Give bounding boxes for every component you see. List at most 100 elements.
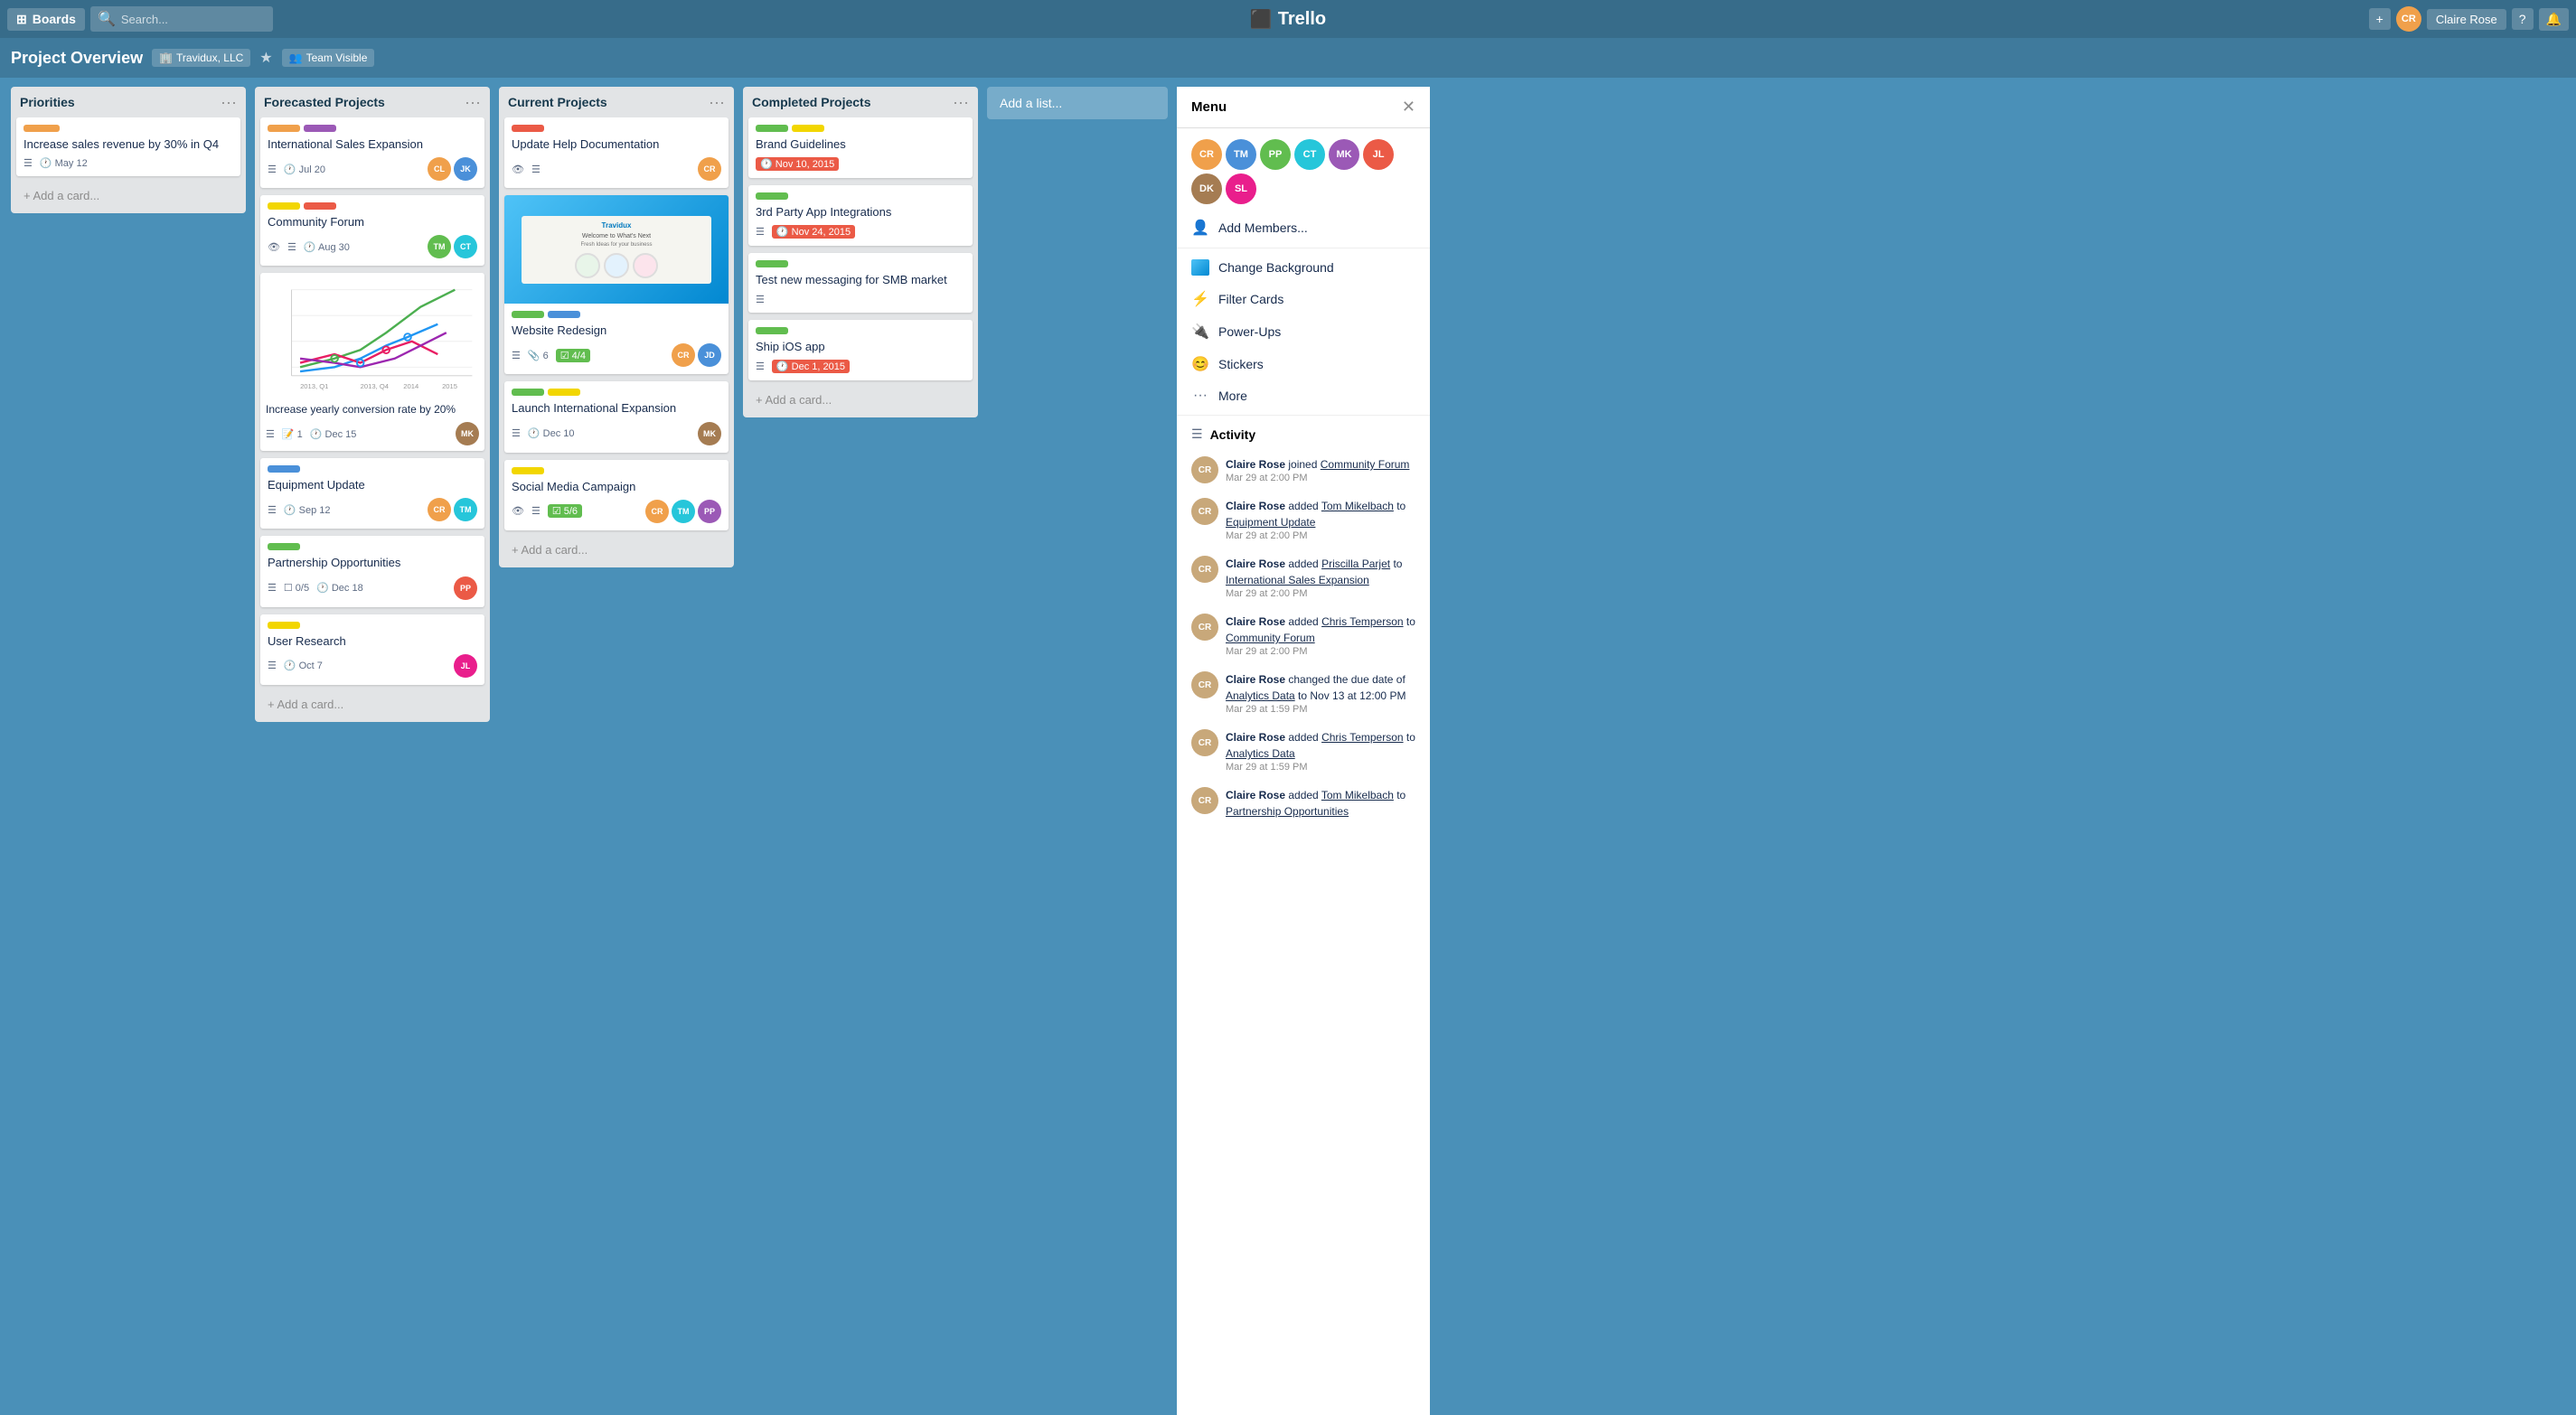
card-user-research[interactable]: User Research ☰ 🕐 Oct 7 JL <box>260 614 484 685</box>
change-bg-label: Change Background <box>1218 260 1334 275</box>
power-ups-action[interactable]: 🔌 Power-Ups <box>1177 315 1430 348</box>
board-org[interactable]: 🏢 Travidux, LLC <box>152 49 250 67</box>
member-avatar[interactable]: CT <box>1294 139 1325 170</box>
card-eye-icon: 👁 <box>268 241 280 253</box>
card-partnership[interactable]: Partnership Opportunities ☰ ☐ 0/5 🕐 Dec … <box>260 536 484 606</box>
card-list-icon: ☰ <box>756 294 765 305</box>
member-avatar[interactable]: SL <box>1226 173 1256 204</box>
activity-link[interactable]: Priscilla Parjet <box>1321 558 1390 570</box>
member-avatar[interactable]: MK <box>1329 139 1359 170</box>
member-avatar[interactable]: JL <box>1363 139 1394 170</box>
change-bg-icon <box>1191 259 1209 276</box>
add-card-button-current[interactable]: + Add a card... <box>504 538 729 562</box>
board-title: Project Overview <box>11 49 143 68</box>
card-test-messaging[interactable]: Test new messaging for SMB market ☰ <box>748 253 973 312</box>
card-website-redesign[interactable]: Travidux Welcome to What's Next Fresh Id… <box>504 195 729 374</box>
card-meta: 🕐 Nov 10, 2015 <box>756 157 965 171</box>
add-card-button-completed[interactable]: + Add a card... <box>748 388 973 412</box>
menu-close-button[interactable]: ✕ <box>1402 98 1415 117</box>
activity-link[interactable]: Partnership Opportunities <box>1226 805 1349 818</box>
card-list-icon: ☰ <box>531 505 541 517</box>
card-due-badge-red: 🕐 Nov 10, 2015 <box>756 157 839 171</box>
card-meta: ☰ 🕐 Oct 7 JL <box>268 654 477 678</box>
card-ship-ios[interactable]: Ship iOS app ☰ 🕐 Dec 1, 2015 <box>748 320 973 380</box>
add-list-button[interactable]: Add a list... <box>987 87 1168 119</box>
activity-link[interactable]: Chris Temperson <box>1321 615 1403 628</box>
add-card-button-forecasted[interactable]: + Add a card... <box>260 692 484 717</box>
card-avatar: TM <box>454 498 477 521</box>
menu-divider-2 <box>1177 415 1430 416</box>
card-avatar: CT <box>454 235 477 258</box>
card-increase-sales[interactable]: Increase sales revenue by 30% in Q4 ☰ 🕐 … <box>16 117 240 176</box>
card-label <box>512 389 544 396</box>
activity-text: Claire Rose added Tom Mikelbach to Partn… <box>1226 787 1415 820</box>
activity-avatar: CR <box>1191 556 1218 583</box>
card-meta: 👁 ☰ ☑ 5/6 CR TM PP <box>512 500 721 523</box>
activity-time: Mar 29 at 2:00 PM <box>1226 473 1409 483</box>
card-equipment-update[interactable]: Equipment Update ☰ 🕐 Sep 12 CR TM <box>260 458 484 529</box>
team-icon: 👥 <box>289 52 303 64</box>
card-meta: ☰ <box>756 294 965 305</box>
menu-title: Menu <box>1191 99 1227 115</box>
top-nav: ⊞ Boards 🔍 ⬛ Trello + CR Claire Rose ? 🔔 <box>0 0 2576 38</box>
boards-button[interactable]: ⊞ Boards <box>7 8 85 31</box>
grid-icon: ⊞ <box>16 12 27 27</box>
activity-link[interactable]: Equipment Update <box>1226 516 1315 529</box>
member-avatar[interactable]: PP <box>1260 139 1291 170</box>
add-button[interactable]: + <box>2369 8 2391 30</box>
card-brand-guidelines[interactable]: Brand Guidelines 🕐 Nov 10, 2015 <box>748 117 973 178</box>
card-meta: ☰ 📎 6 ☑ 4/4 CR JD <box>512 343 721 367</box>
card-international-sales[interactable]: International Sales Expansion ☰ 🕐 Jul 20… <box>260 117 484 188</box>
column-menu-button-current[interactable]: ··· <box>709 94 725 110</box>
activity-link[interactable]: International Sales Expansion <box>1226 574 1369 586</box>
member-avatar[interactable]: TM <box>1226 139 1256 170</box>
stickers-label: Stickers <box>1218 357 1264 371</box>
svg-text:2015: 2015 <box>442 382 457 390</box>
card-label <box>268 125 300 132</box>
card-launch-international[interactable]: Launch International Expansion ☰ 🕐 Dec 1… <box>504 381 729 452</box>
card-attach: 📎 6 <box>528 350 549 361</box>
member-avatar[interactable]: DK <box>1191 173 1222 204</box>
search-input[interactable] <box>121 13 266 26</box>
card-title: Partnership Opportunities <box>268 555 477 571</box>
user-avatar[interactable]: CR <box>2396 6 2421 32</box>
notification-button[interactable]: 🔔 <box>2539 8 2569 31</box>
card-avatar: CR <box>672 343 695 367</box>
member-avatar[interactable]: CR <box>1191 139 1222 170</box>
activity-link[interactable]: Analytics Data <box>1226 689 1295 702</box>
activity-link[interactable]: Tom Mikelbach <box>1321 500 1394 512</box>
change-background-action[interactable]: Change Background <box>1177 252 1430 283</box>
card-eye-icon: 👁 <box>512 164 524 175</box>
star-button[interactable]: ★ <box>259 49 272 67</box>
activity-content: Claire Rose changed the due date of Anal… <box>1226 671 1415 715</box>
card-community-forum[interactable]: Community Forum 👁 ☰ 🕐 Aug 30 TM CT <box>260 195 484 266</box>
column-menu-button-priorities[interactable]: ··· <box>221 94 237 110</box>
add-card-button-priorities[interactable]: + Add a card... <box>16 183 240 208</box>
column-menu-button-forecasted[interactable]: ··· <box>465 94 481 110</box>
card-label <box>268 543 300 550</box>
card-update-help[interactable]: Update Help Documentation 👁 ☰ CR <box>504 117 729 188</box>
card-social-media[interactable]: Social Media Campaign 👁 ☰ ☑ 5/6 CR TM PP <box>504 460 729 530</box>
activity-link[interactable]: Tom Mikelbach <box>1321 789 1394 801</box>
add-members-action[interactable]: 👤 Add Members... <box>1177 211 1430 244</box>
help-button[interactable]: ? <box>2512 8 2534 30</box>
card-avatar: JL <box>454 654 477 678</box>
card-conversion-rate[interactable]: 2013, Q1 2013, Q4 2014 2015 <box>260 273 484 451</box>
card-avatar: CR <box>698 157 721 181</box>
more-action[interactable]: ··· More <box>1177 380 1430 411</box>
column-menu-button-completed[interactable]: ··· <box>953 94 969 110</box>
user-button[interactable]: Claire Rose <box>2427 9 2506 30</box>
filter-cards-action[interactable]: ⚡ Filter Cards <box>1177 283 1430 315</box>
card-preview-image: Travidux Welcome to What's Next Fresh Id… <box>504 195 729 304</box>
activity-text: Claire Rose changed the due date of Anal… <box>1226 671 1415 704</box>
activity-link[interactable]: Chris Temperson <box>1321 731 1403 744</box>
column-header-forecasted: Forecasted Projects ··· <box>255 87 490 117</box>
activity-link[interactable]: Analytics Data <box>1226 747 1295 760</box>
card-avatar: CR <box>428 498 451 521</box>
activity-link[interactable]: Community Forum <box>1226 632 1315 644</box>
card-avatar: CR <box>645 500 669 523</box>
activity-link[interactable]: Community Forum <box>1321 458 1410 471</box>
stickers-action[interactable]: 😊 Stickers <box>1177 348 1430 380</box>
card-3rd-party[interactable]: 3rd Party App Integrations ☰ 🕐 Nov 24, 2… <box>748 185 973 246</box>
card-avatar: TM <box>428 235 451 258</box>
